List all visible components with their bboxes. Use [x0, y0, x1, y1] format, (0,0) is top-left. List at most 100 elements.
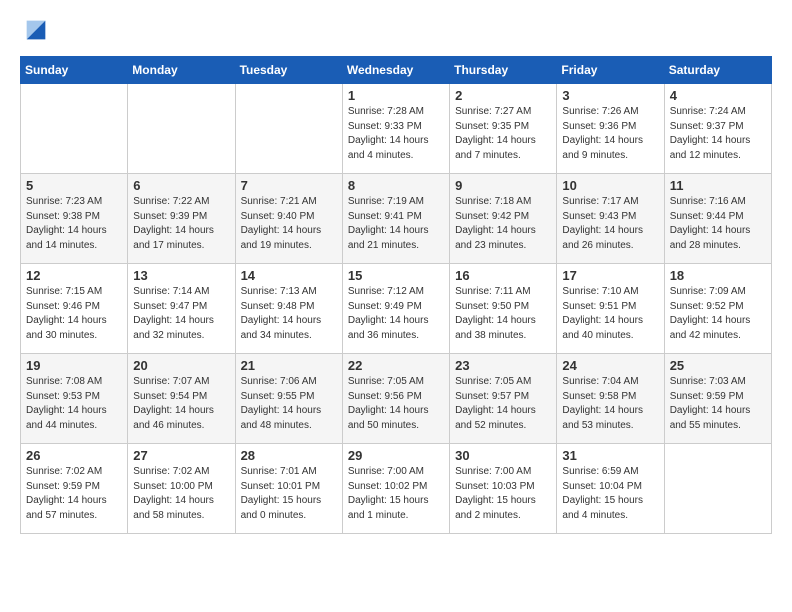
- calendar-cell: 15 Sunrise: 7:12 AMSunset: 9:49 PMDayligh…: [342, 264, 449, 354]
- calendar-week-row: 1Sunrise: 7:28 AMSunset: 9:33 PMDaylight…: [21, 84, 772, 174]
- logo-icon: [22, 16, 50, 44]
- calendar-cell: [235, 84, 342, 174]
- cell-content: Sunrise: 7:09 AMSunset: 9:52 PMDaylight:…: [670, 285, 766, 343]
- calendar-cell: [128, 84, 235, 174]
- calendar-week-row: 19Sunrise: 7:08 AMSunset: 9:53 PMDayligh…: [21, 354, 772, 444]
- cell-content: Sunrise: 7:04 AMSunset: 9:58 PMDaylight:…: [562, 375, 658, 433]
- cell-content: Sunrise: 7:24 AMSunset: 9:37 PMDaylight:…: [670, 105, 766, 163]
- day-number: 26: [26, 448, 122, 463]
- calendar-cell: 24 Sunrise: 7:04 AMSunset: 9:58 PMDayligh…: [557, 354, 664, 444]
- calendar-cell: 5 Sunrise: 7:23 AMSunset: 9:38 PMDaylight…: [21, 174, 128, 264]
- calendar-cell: 28 Sunrise: 7:01 AMSunset: 10:01 PMDaylig…: [235, 444, 342, 534]
- cell-content: Sunrise: 7:23 AMSunset: 9:38 PMDaylight:…: [26, 195, 122, 253]
- day-number: 17: [562, 268, 658, 283]
- calendar-cell: 2 Sunrise: 7:27 AMSunset: 9:35 PMDaylight…: [450, 84, 557, 174]
- day-number: 30: [455, 448, 551, 463]
- cell-content: Sunrise: 7:26 AMSunset: 9:36 PMDaylight:…: [562, 105, 658, 163]
- cell-content: Sunrise: 7:02 AMSunset: 10:00 PMDaylight…: [133, 465, 229, 523]
- day-number: 6: [133, 178, 229, 193]
- calendar-cell: 9 Sunrise: 7:18 AMSunset: 9:42 PMDaylight…: [450, 174, 557, 264]
- calendar-cell: 1Sunrise: 7:28 AMSunset: 9:33 PMDaylight…: [342, 84, 449, 174]
- calendar-cell: 20 Sunrise: 7:07 AMSunset: 9:54 PMDayligh…: [128, 354, 235, 444]
- day-number: 9: [455, 178, 551, 193]
- day-number: 5: [26, 178, 122, 193]
- calendar-cell: [664, 444, 771, 534]
- cell-content: Sunrise: 7:12 AMSunset: 9:49 PMDaylight:…: [348, 285, 444, 343]
- calendar-cell: 29Sunrise: 7:00 AMSunset: 10:02 PMDaylig…: [342, 444, 449, 534]
- calendar-cell: 17 Sunrise: 7:10 AMSunset: 9:51 PMDayligh…: [557, 264, 664, 354]
- cell-content: Sunrise: 7:05 AMSunset: 9:57 PMDaylight:…: [455, 375, 551, 433]
- calendar-cell: 4 Sunrise: 7:24 AMSunset: 9:37 PMDaylight…: [664, 84, 771, 174]
- calendar-cell: 21 Sunrise: 7:06 AMSunset: 9:55 PMDayligh…: [235, 354, 342, 444]
- cell-content: Sunrise: 7:16 AMSunset: 9:44 PMDaylight:…: [670, 195, 766, 253]
- page-container: SundayMondayTuesdayWednesdayThursdayFrid…: [0, 0, 792, 550]
- day-number: 31: [562, 448, 658, 463]
- day-number: 16: [455, 268, 551, 283]
- logo: [20, 16, 50, 44]
- day-number: 29: [348, 448, 444, 463]
- weekday-header-wednesday: Wednesday: [342, 57, 449, 84]
- day-number: 11: [670, 178, 766, 193]
- cell-content: Sunrise: 7:21 AMSunset: 9:40 PMDaylight:…: [241, 195, 337, 253]
- calendar-cell: [21, 84, 128, 174]
- calendar-cell: 30 Sunrise: 7:00 AMSunset: 10:03 PMDaylig…: [450, 444, 557, 534]
- day-number: 14: [241, 268, 337, 283]
- day-number: 25: [670, 358, 766, 373]
- day-number: 20: [133, 358, 229, 373]
- calendar-cell: 6 Sunrise: 7:22 AMSunset: 9:39 PMDaylight…: [128, 174, 235, 264]
- calendar-cell: 10Sunrise: 7:17 AMSunset: 9:43 PMDayligh…: [557, 174, 664, 264]
- day-number: 2: [455, 88, 551, 103]
- day-number: 24: [562, 358, 658, 373]
- calendar-cell: 13Sunrise: 7:14 AMSunset: 9:47 PMDayligh…: [128, 264, 235, 354]
- weekday-header-monday: Monday: [128, 57, 235, 84]
- calendar-cell: 19Sunrise: 7:08 AMSunset: 9:53 PMDayligh…: [21, 354, 128, 444]
- calendar-cell: 3 Sunrise: 7:26 AMSunset: 9:36 PMDaylight…: [557, 84, 664, 174]
- calendar-cell: 18 Sunrise: 7:09 AMSunset: 9:52 PMDayligh…: [664, 264, 771, 354]
- weekday-header-sunday: Sunday: [21, 57, 128, 84]
- day-number: 3: [562, 88, 658, 103]
- cell-content: Sunrise: 7:27 AMSunset: 9:35 PMDaylight:…: [455, 105, 551, 163]
- day-number: 1: [348, 88, 444, 103]
- cell-content: Sunrise: 7:00 AMSunset: 10:03 PMDaylight…: [455, 465, 551, 523]
- cell-content: Sunrise: 7:02 AMSunset: 9:59 PMDaylight:…: [26, 465, 122, 523]
- cell-content: Sunrise: 7:03 AMSunset: 9:59 PMDaylight:…: [670, 375, 766, 433]
- cell-content: Sunrise: 7:11 AMSunset: 9:50 PMDaylight:…: [455, 285, 551, 343]
- day-number: 22: [348, 358, 444, 373]
- calendar-cell: 31Sunrise: 6:59 AMSunset: 10:04 PMDaylig…: [557, 444, 664, 534]
- day-number: 7: [241, 178, 337, 193]
- cell-content: Sunrise: 7:22 AMSunset: 9:39 PMDaylight:…: [133, 195, 229, 253]
- cell-content: Sunrise: 7:15 AMSunset: 9:46 PMDaylight:…: [26, 285, 122, 343]
- weekday-header-saturday: Saturday: [664, 57, 771, 84]
- cell-content: Sunrise: 7:18 AMSunset: 9:42 PMDaylight:…: [455, 195, 551, 253]
- calendar-cell: 11 Sunrise: 7:16 AMSunset: 9:44 PMDayligh…: [664, 174, 771, 264]
- day-number: 28: [241, 448, 337, 463]
- day-number: 13: [133, 268, 229, 283]
- calendar-cell: 27 Sunrise: 7:02 AMSunset: 10:00 PMDaylig…: [128, 444, 235, 534]
- page-header: [20, 16, 772, 44]
- calendar-cell: 22 Sunrise: 7:05 AMSunset: 9:56 PMDayligh…: [342, 354, 449, 444]
- cell-content: Sunrise: 7:17 AMSunset: 9:43 PMDaylight:…: [562, 195, 658, 253]
- calendar-cell: 16 Sunrise: 7:11 AMSunset: 9:50 PMDayligh…: [450, 264, 557, 354]
- cell-content: Sunrise: 7:05 AMSunset: 9:56 PMDaylight:…: [348, 375, 444, 433]
- calendar-cell: 26 Sunrise: 7:02 AMSunset: 9:59 PMDayligh…: [21, 444, 128, 534]
- calendar-cell: 8Sunrise: 7:19 AMSunset: 9:41 PMDaylight…: [342, 174, 449, 264]
- cell-content: Sunrise: 7:01 AMSunset: 10:01 PMDaylight…: [241, 465, 337, 523]
- calendar-week-row: 5 Sunrise: 7:23 AMSunset: 9:38 PMDaylight…: [21, 174, 772, 264]
- day-number: 15: [348, 268, 444, 283]
- weekday-header-friday: Friday: [557, 57, 664, 84]
- day-number: 4: [670, 88, 766, 103]
- cell-content: Sunrise: 7:06 AMSunset: 9:55 PMDaylight:…: [241, 375, 337, 433]
- day-number: 21: [241, 358, 337, 373]
- weekday-header-tuesday: Tuesday: [235, 57, 342, 84]
- calendar-cell: 7 Sunrise: 7:21 AMSunset: 9:40 PMDaylight…: [235, 174, 342, 264]
- day-number: 19: [26, 358, 122, 373]
- calendar-cell: 23 Sunrise: 7:05 AMSunset: 9:57 PMDayligh…: [450, 354, 557, 444]
- day-number: 23: [455, 358, 551, 373]
- cell-content: Sunrise: 7:19 AMSunset: 9:41 PMDaylight:…: [348, 195, 444, 253]
- day-number: 27: [133, 448, 229, 463]
- cell-content: Sunrise: 7:13 AMSunset: 9:48 PMDaylight:…: [241, 285, 337, 343]
- cell-content: Sunrise: 7:10 AMSunset: 9:51 PMDaylight:…: [562, 285, 658, 343]
- day-number: 18: [670, 268, 766, 283]
- day-number: 12: [26, 268, 122, 283]
- cell-content: Sunrise: 7:07 AMSunset: 9:54 PMDaylight:…: [133, 375, 229, 433]
